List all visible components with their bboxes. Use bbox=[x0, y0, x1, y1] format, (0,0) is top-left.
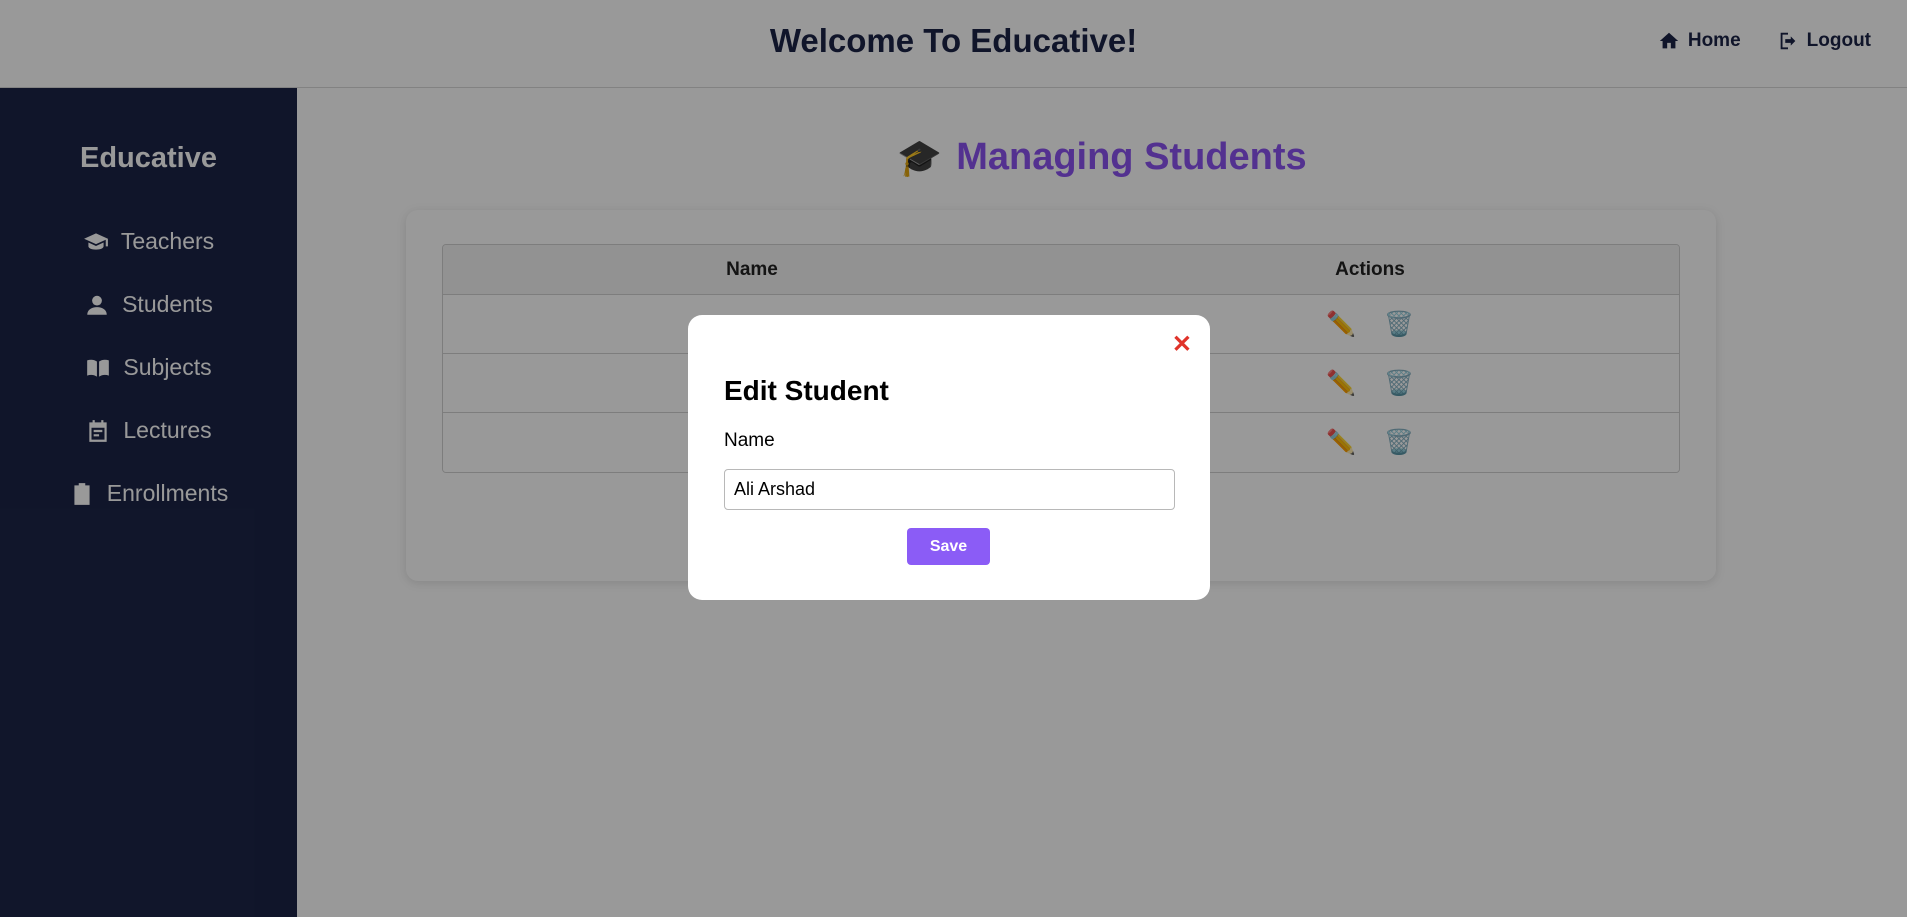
edit-student-modal: ✕ Edit Student Name Save bbox=[688, 315, 1210, 600]
name-input[interactable] bbox=[724, 469, 1175, 510]
close-icon[interactable]: ✕ bbox=[1172, 333, 1192, 357]
save-button[interactable]: Save bbox=[907, 528, 990, 565]
name-field-label: Name bbox=[724, 430, 775, 451]
modal-title: Edit Student bbox=[724, 375, 889, 406]
